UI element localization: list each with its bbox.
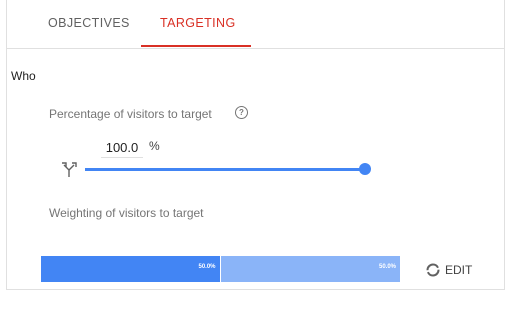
variant-bar-label: 50.0%	[198, 264, 216, 270]
weighting-label: Weighting of visitors to target	[49, 206, 204, 220]
percentage-slider[interactable]	[85, 163, 371, 175]
call-split-icon	[62, 162, 77, 177]
tab-bar: OBJECTIVES TARGETING	[7, 0, 504, 49]
active-tab-indicator	[141, 45, 251, 47]
percentage-input[interactable]	[101, 137, 143, 158]
tab-targeting[interactable]: TARGETING	[160, 0, 236, 46]
percentage-unit: %	[149, 139, 160, 153]
tab-objectives[interactable]: OBJECTIVES	[48, 0, 130, 46]
weighting-bar: 50.0% 50.0%	[41, 256, 400, 282]
slider-fill	[85, 168, 365, 171]
variant-bar-label: 50.0%	[378, 264, 396, 270]
pie-chart-icon	[426, 263, 440, 277]
edit-button-label: EDIT	[445, 263, 473, 277]
slider-thumb[interactable]	[359, 163, 371, 175]
percentage-label: Percentage of visitors to target	[49, 107, 212, 121]
variant-bar[interactable]: 50.0%	[220, 256, 400, 282]
variant-bar[interactable]: 50.0%	[41, 256, 221, 282]
edit-weighting-button[interactable]: EDIT	[426, 261, 472, 279]
help-icon[interactable]: ?	[235, 106, 248, 119]
section-title-who: Who	[11, 69, 36, 83]
targeting-panel: OBJECTIVES TARGETING Who Percentage of v…	[6, 0, 505, 290]
